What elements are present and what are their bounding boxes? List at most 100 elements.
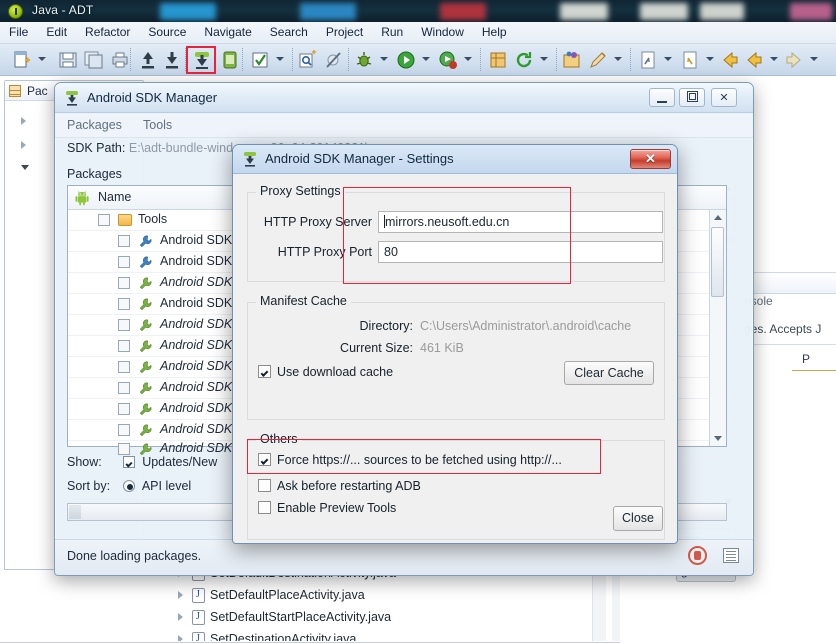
row-checkbox[interactable]	[118, 277, 130, 289]
sdk-menu-packages[interactable]: Packages	[67, 118, 122, 132]
debug-dropdown-arrow[interactable]	[380, 57, 388, 61]
open-type-icon[interactable]	[488, 50, 508, 70]
run-external-icon[interactable]	[438, 50, 458, 70]
tree-twisty-1[interactable]	[21, 117, 26, 125]
row-checkbox[interactable]	[118, 361, 130, 373]
menu-edit[interactable]: Edit	[37, 22, 76, 41]
progress-knob	[69, 505, 81, 519]
refresh-dropdown-arrow[interactable]	[540, 57, 548, 61]
menu-source[interactable]: Source	[139, 22, 195, 41]
menu-window[interactable]: Window	[412, 22, 473, 41]
back-history-icon[interactable]	[720, 50, 740, 70]
wrench-icon	[138, 255, 153, 270]
row-checkbox[interactable]	[118, 443, 130, 455]
close-button[interactable]: ✕	[711, 88, 737, 107]
edit-pencil-icon[interactable]	[588, 50, 608, 70]
print-icon[interactable]	[110, 50, 130, 70]
packages-scroll-down-icon[interactable]	[714, 436, 722, 441]
export-upload-icon[interactable]	[138, 50, 158, 70]
stop-icon[interactable]	[688, 546, 707, 565]
packages-scroll-thumb[interactable]	[711, 227, 724, 297]
import-download-icon[interactable]	[162, 50, 182, 70]
wrench-icon	[138, 339, 153, 354]
skip-breakpoints-icon[interactable]	[324, 50, 344, 70]
ask-before-restarting-adb-checkbox[interactable]	[258, 479, 271, 492]
row-checkbox[interactable]	[118, 319, 130, 331]
perspective-icon[interactable]	[562, 50, 582, 70]
menu-run[interactable]: Run	[372, 22, 412, 41]
check-validate-icon[interactable]	[250, 50, 270, 70]
previous-annotation-icon[interactable]	[680, 50, 700, 70]
refresh-icon[interactable]	[514, 50, 534, 70]
row-checkbox[interactable]	[118, 424, 130, 436]
next-annotation-icon[interactable]	[638, 50, 658, 70]
console-view: nsole ges. Accepts J P	[744, 272, 836, 472]
back-dropdown-arrow[interactable]	[770, 57, 778, 61]
tree-twisty-3[interactable]	[21, 165, 29, 170]
run-external-dropdown-arrow[interactable]	[464, 57, 472, 61]
use-download-cache-label: Use download cache	[277, 365, 394, 379]
debug-icon[interactable]	[354, 50, 374, 70]
row-checkbox[interactable]	[98, 214, 110, 226]
edit-dropdown-arrow[interactable]	[614, 57, 622, 61]
minimize-button[interactable]	[649, 88, 675, 107]
menu-refactor[interactable]: Refactor	[76, 22, 139, 41]
menu-project[interactable]: Project	[317, 22, 372, 41]
previous-annotation-dropdown-arrow[interactable]	[706, 57, 714, 61]
settings-close-button[interactable]: ✕	[630, 149, 671, 169]
row-checkbox[interactable]	[118, 256, 130, 268]
log-icon[interactable]	[723, 548, 739, 563]
tree-twisty-icon[interactable]	[178, 635, 183, 641]
tree-twisty-icon[interactable]	[178, 591, 183, 599]
bottom-tree-scrollbar[interactable]	[592, 568, 606, 641]
tree-twisty-2[interactable]	[21, 141, 26, 149]
row-label: Android SDK	[160, 275, 233, 289]
save-all-icon[interactable]	[84, 50, 104, 70]
use-download-cache-checkbox[interactable]	[258, 365, 271, 378]
row-checkbox[interactable]	[118, 403, 130, 415]
packages-vertical-scrollbar[interactable]	[709, 210, 726, 446]
packages-scroll-up-icon[interactable]	[714, 215, 722, 220]
close-icon: ✕	[719, 92, 729, 104]
sort-api-level-radio[interactable]	[123, 480, 136, 492]
maximize-button[interactable]	[679, 88, 705, 107]
wrench-icon	[138, 381, 153, 396]
manifest-cache-title: Manifest Cache	[256, 294, 351, 308]
bottom-tree-scrollbar-outer[interactable]	[612, 568, 620, 641]
enable-preview-tools-checkbox[interactable]	[258, 501, 271, 514]
next-annotation-dropdown-arrow[interactable]	[664, 57, 672, 61]
new-wizard-icon[interactable]	[12, 50, 32, 70]
menu-search[interactable]: Search	[261, 22, 317, 41]
proxy-settings-title: Proxy Settings	[256, 184, 345, 198]
search-new-icon[interactable]	[298, 50, 318, 70]
package-explorer-tab-label: Pac	[27, 84, 48, 98]
row-checkbox[interactable]	[118, 298, 130, 310]
row-checkbox[interactable]	[118, 382, 130, 394]
close-dialog-button[interactable]: Close	[613, 506, 663, 531]
os-window-title: Java - ADT	[32, 3, 94, 17]
row-checkbox[interactable]	[118, 340, 130, 352]
menu-navigate[interactable]: Navigate	[195, 22, 260, 41]
column-header-name[interactable]: Name	[98, 190, 131, 204]
proxy-settings-highlight-box	[343, 187, 571, 284]
check-dropdown-arrow[interactable]	[276, 57, 284, 61]
row-checkbox[interactable]	[118, 235, 130, 247]
run-dropdown-arrow[interactable]	[422, 57, 430, 61]
save-icon[interactable]	[58, 50, 78, 70]
forward-dropdown-arrow[interactable]	[810, 57, 818, 61]
menu-file[interactable]: File	[0, 22, 37, 41]
wrench-icon	[138, 318, 153, 333]
tree-twisty-icon[interactable]	[178, 613, 183, 621]
clear-cache-button[interactable]: Clear Cache	[564, 361, 654, 385]
forward-history-icon[interactable]	[784, 50, 804, 70]
taskbar-thumb-6	[700, 3, 744, 20]
show-updates-new-checkbox[interactable]	[122, 456, 135, 468]
sdk-settings-dialog: Android SDK Manager - Settings ✕ Proxy S…	[232, 144, 678, 544]
back-history-icon-2[interactable]	[744, 50, 764, 70]
new-wizard-dropdown-arrow[interactable]	[38, 57, 46, 61]
menu-help[interactable]: Help	[473, 22, 516, 41]
avd-manager-icon[interactable]	[220, 50, 240, 70]
taskbar-thumb-2	[300, 3, 356, 20]
sdk-menu-tools[interactable]: Tools	[143, 118, 172, 132]
run-icon[interactable]	[396, 50, 416, 70]
